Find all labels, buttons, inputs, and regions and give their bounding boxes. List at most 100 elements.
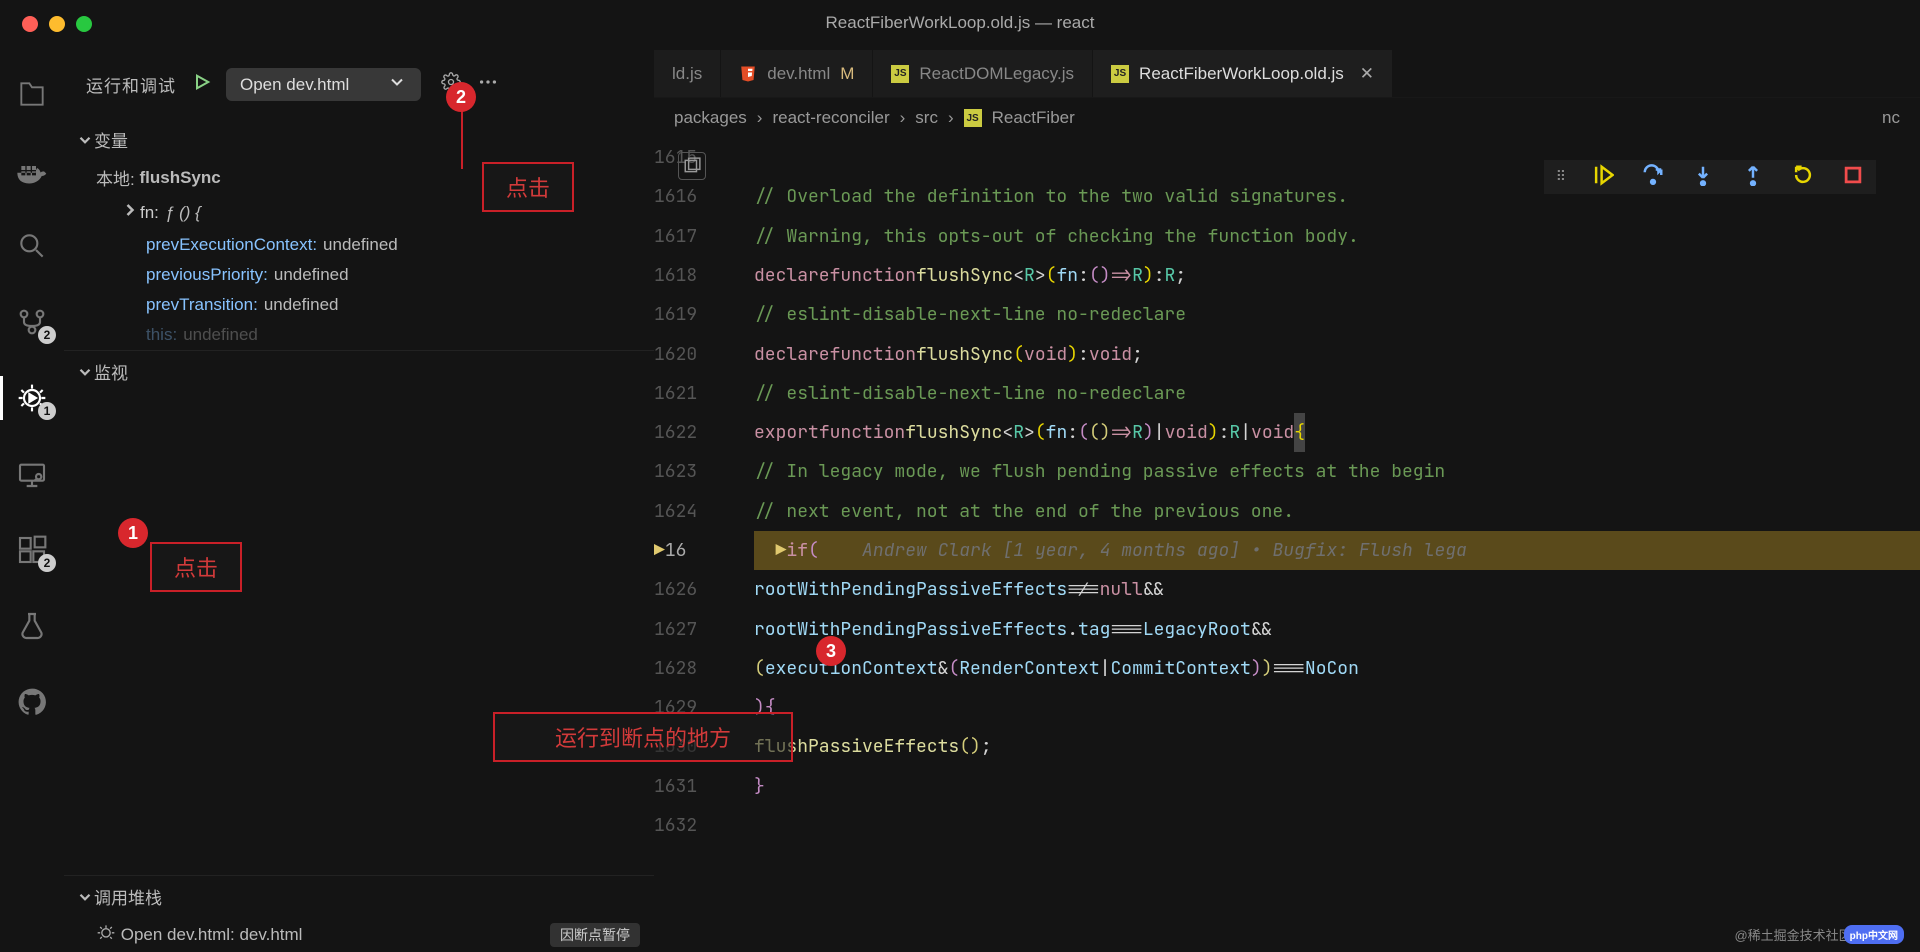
var-name: prevTransition: <box>146 295 258 315</box>
chevron-right-icon: › <box>757 108 763 128</box>
activity-bar: 2 1 2 <box>0 50 64 952</box>
annotation-click-2: 点击 <box>482 162 574 212</box>
tab-label: ReactDOMLegacy.js <box>919 64 1074 84</box>
testing-icon[interactable] <box>14 608 50 644</box>
html5-icon <box>739 65 757 83</box>
tab-react-fiber-workloop[interactable]: JS ReactFiberWorkLoop.old.js ✕ <box>1093 50 1393 97</box>
step-out-button[interactable] <box>1742 164 1764 190</box>
breadcrumb-item[interactable]: packages <box>674 108 747 128</box>
tab-0[interactable]: ld.js <box>654 50 721 97</box>
annotation-marker-1: 1 <box>118 518 148 548</box>
github-icon[interactable] <box>14 684 50 720</box>
maximize-window-button[interactable] <box>76 16 92 32</box>
breadcrumb-tail: nc <box>1882 108 1900 128</box>
docker-icon[interactable] <box>14 152 50 188</box>
callstack-status: 因断点暂停 <box>550 923 640 947</box>
debug-icon[interactable]: 1 <box>14 380 50 416</box>
chevron-right-icon: › <box>900 108 906 128</box>
variables-label: 变量 <box>94 127 128 152</box>
breadcrumbs[interactable]: packages › react-reconciler › src › JS R… <box>654 98 1920 138</box>
tab-label: ReactFiberWorkLoop.old.js <box>1139 64 1344 84</box>
editor-tabs: ld.js dev.html M JS ReactDOMLegacy.js JS… <box>654 50 1920 98</box>
grip-icon[interactable]: ⠿ <box>1556 169 1564 185</box>
code-body[interactable]: // Overload the definition to the two va… <box>754 138 1920 952</box>
launch-config-select[interactable]: Open dev.html <box>226 68 421 101</box>
var-name: prevExecutionContext: <box>146 235 317 255</box>
code-editor[interactable]: 1615161616171618161916201621162216231624… <box>654 138 1920 952</box>
bug-icon <box>96 922 116 947</box>
start-debug-button[interactable] <box>192 72 212 97</box>
annotation-click-1: 点击 <box>150 542 242 592</box>
var-value: undefined <box>274 265 349 285</box>
close-icon[interactable]: ✕ <box>1360 64 1374 84</box>
var-name: fn: <box>140 203 159 223</box>
remote-icon[interactable] <box>14 456 50 492</box>
step-into-button[interactable] <box>1692 164 1714 190</box>
watermark: @稀土掘金技术社区 php中文网 <box>1734 925 1904 944</box>
breadcrumb-item[interactable]: src <box>915 108 938 128</box>
tab-modified: M <box>840 64 854 84</box>
sidebar-title: 运行和调试 <box>86 72 176 97</box>
watermark-badge: php中文网 <box>1844 925 1904 944</box>
window-title: ReactFiberWorkLoop.old.js — react <box>0 0 1920 33</box>
tab-label: dev.html <box>767 64 830 84</box>
watermark-text: @稀土掘金技术社区 <box>1734 925 1851 944</box>
sidebar-header: 运行和调试 Open dev.html <box>64 50 654 119</box>
variables-section-header[interactable]: 变量 <box>64 119 654 160</box>
chevron-down-icon <box>76 888 94 906</box>
split-editor-icon[interactable] <box>678 152 706 180</box>
minimize-window-button[interactable] <box>49 16 65 32</box>
explorer-icon[interactable] <box>14 76 50 112</box>
more-icon[interactable] <box>477 71 499 98</box>
var-value: undefined <box>264 295 339 315</box>
var-value: ƒ () { <box>165 203 201 223</box>
breadcrumb-item[interactable]: react-reconciler <box>772 108 889 128</box>
launch-config-label: Open dev.html <box>240 75 349 95</box>
var-name: previousPriority: <box>146 265 268 285</box>
extensions-badge: 2 <box>38 554 56 572</box>
js-icon: JS <box>964 109 982 127</box>
breadcrumb-item[interactable]: ReactFiber <box>992 108 1075 128</box>
restart-button[interactable] <box>1792 164 1814 190</box>
scm-icon[interactable]: 2 <box>14 304 50 340</box>
line-gutter[interactable]: 1615161616171618161916201621162216231624… <box>654 138 754 952</box>
callstack-section-header[interactable]: 调用堆栈 <box>64 875 654 917</box>
debug-toolbar[interactable]: ⠿ <box>1544 160 1876 194</box>
tab-label: ld.js <box>672 64 702 84</box>
watch-section-header[interactable]: 监视 <box>64 350 654 392</box>
search-icon[interactable] <box>14 228 50 264</box>
annotation-marker-3: 3 <box>816 636 846 666</box>
window-controls <box>0 0 92 32</box>
chevron-down-icon <box>76 363 94 381</box>
var-value: undefined <box>183 325 258 345</box>
var-name: this: <box>146 325 177 345</box>
callstack-item-label: Open dev.html: dev.html <box>121 925 303 945</box>
tab-react-dom-legacy[interactable]: JS ReactDOMLegacy.js <box>873 50 1093 97</box>
chevron-down-icon <box>387 72 407 97</box>
chevron-right-icon: › <box>948 108 954 128</box>
continue-button[interactable] <box>1592 164 1614 190</box>
debug-badge: 1 <box>38 402 56 420</box>
stop-button[interactable] <box>1842 164 1864 190</box>
js-icon: JS <box>1111 65 1129 83</box>
chevron-right-icon <box>120 200 140 225</box>
callstack-label: 调用堆栈 <box>94 884 162 909</box>
var-row[interactable]: this: undefined <box>64 320 654 350</box>
var-row[interactable]: previousPriority: undefined <box>64 260 654 290</box>
extensions-icon[interactable]: 2 <box>14 532 50 568</box>
tab-dev-html[interactable]: dev.html M <box>721 50 873 97</box>
js-icon: JS <box>891 65 909 83</box>
callstack-item[interactable]: Open dev.html: dev.html 因断点暂停 <box>64 917 654 952</box>
step-over-button[interactable] <box>1642 164 1664 190</box>
var-value: undefined <box>323 235 398 255</box>
scope-name: flushSync <box>139 168 220 188</box>
var-row[interactable]: prevTransition: undefined <box>64 290 654 320</box>
annotation-marker-2: 2 <box>446 82 476 112</box>
chevron-down-icon <box>76 131 94 149</box>
var-row[interactable]: prevExecutionContext: undefined <box>64 230 654 260</box>
scm-badge: 2 <box>38 326 56 344</box>
scope-label: 本地: <box>96 165 135 190</box>
close-window-button[interactable] <box>22 16 38 32</box>
annotation-run-to-bp: 运行到断点的地方 <box>493 712 793 762</box>
watch-label: 监视 <box>94 359 128 384</box>
